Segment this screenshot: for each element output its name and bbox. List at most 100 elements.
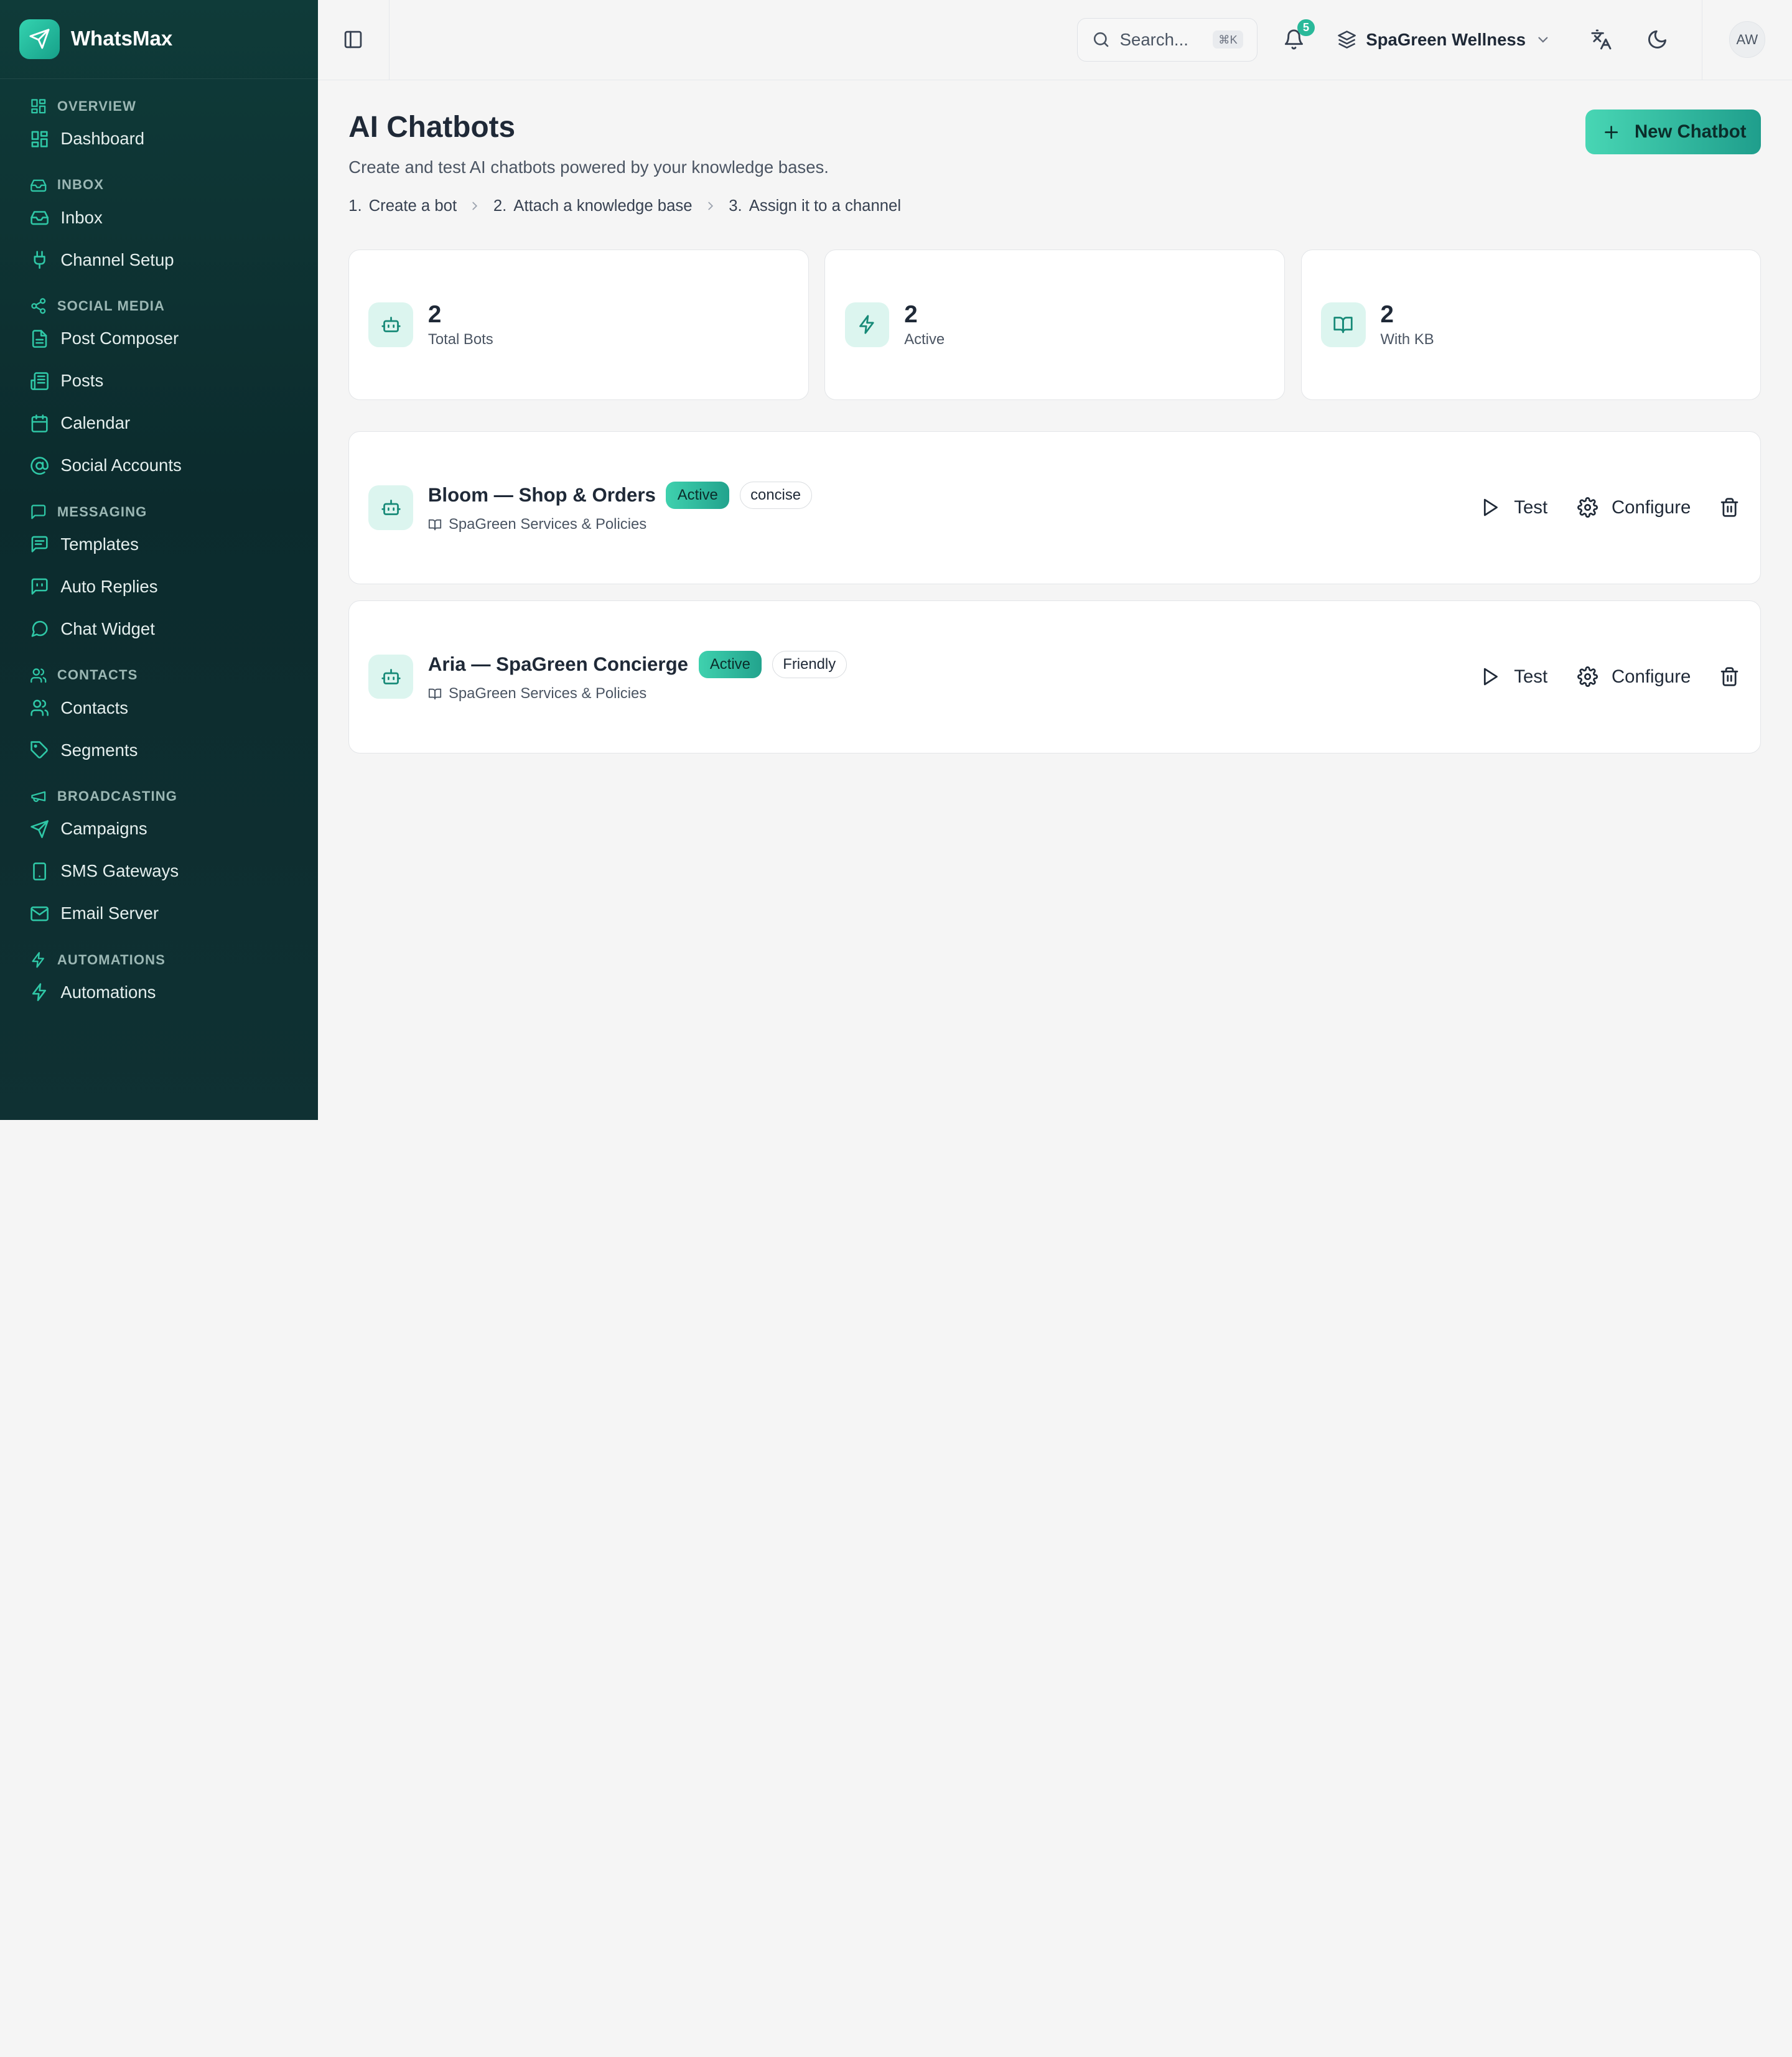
section-label-text: BROADCASTING	[57, 788, 177, 804]
sidebar-item-calendar[interactable]: Calendar	[0, 402, 318, 444]
test-button[interactable]: Test	[1480, 497, 1547, 518]
layers-icon	[1338, 30, 1356, 49]
calendar-icon	[31, 414, 48, 432]
play-icon	[1484, 499, 1498, 516]
sidebar-item-chat-widget[interactable]: Chat Widget	[0, 608, 318, 650]
section-label: BROADCASTING	[0, 785, 318, 808]
delete-button[interactable]	[1718, 665, 1741, 688]
inbox-icon	[30, 211, 49, 225]
sidebar-item-automations[interactable]: Automations	[0, 971, 318, 1014]
sidebar-item-label: Campaigns	[60, 819, 147, 839]
test-label: Test	[1514, 666, 1548, 687]
message-text-icon	[31, 536, 48, 553]
sidebar-item-label: Posts	[60, 371, 104, 391]
sidebar-item-dashboard[interactable]: Dashboard	[0, 118, 318, 160]
trash-icon	[1721, 498, 1738, 517]
sidebar-item-post-composer[interactable]: Post Composer	[0, 318, 318, 360]
stat-active: 2 Active	[824, 249, 1286, 401]
step-label: Attach a knowledge base	[513, 197, 693, 215]
sidebar-item-email-server[interactable]: Email Server	[0, 892, 318, 935]
brand[interactable]: WhatsMax	[0, 0, 318, 79]
delete-button[interactable]	[1718, 496, 1741, 519]
sidebar-item-label: Social Accounts	[60, 455, 182, 475]
tone-badge: Friendly	[772, 651, 847, 679]
test-button[interactable]: Test	[1480, 666, 1547, 688]
sidebar-item-sms-gateways[interactable]: SMS Gateways	[0, 850, 318, 892]
stat-label: With KB	[1380, 330, 1434, 348]
notifications-button[interactable]: 5	[1281, 19, 1315, 54]
section-label-text: CONTACTS	[57, 667, 138, 683]
user-menu[interactable]: AW	[1701, 0, 1792, 80]
status-badge: Active	[698, 651, 762, 679]
sidebar-item-contacts[interactable]: Contacts	[0, 687, 318, 729]
sidebar-item-inbox[interactable]: Inbox	[0, 197, 318, 239]
tag-icon	[30, 741, 48, 758]
book-open-icon	[428, 688, 442, 700]
nav-group-contacts: CONTACTS Contacts Segments	[0, 664, 318, 772]
zap-icon	[32, 951, 44, 968]
stat-label: Active	[904, 330, 945, 348]
sidebar-item-posts[interactable]: Posts	[0, 360, 318, 402]
sidebar-item-channel-setup[interactable]: Channel Setup	[0, 239, 318, 281]
main-area: Search... ⌘K 5 SpaGreen Wellness AW AI C…	[317, 0, 1792, 1120]
search-icon	[1093, 32, 1109, 47]
chevron-right-icon	[468, 199, 482, 213]
notification-count-badge: 5	[1297, 19, 1315, 37]
nav-group-automations: AUTOMATIONS Automations	[0, 948, 318, 1014]
tone-badge: concise	[739, 482, 812, 510]
section-label: AUTOMATIONS	[0, 948, 318, 971]
brand-name: WhatsMax	[70, 27, 173, 50]
configure-button[interactable]: Configure	[1577, 666, 1691, 688]
message-circle-icon	[31, 621, 48, 637]
grid-icon	[31, 99, 46, 114]
sidebar-item-campaigns[interactable]: Campaigns	[0, 808, 318, 850]
sidebar-item-label: Contacts	[60, 697, 129, 717]
sidebar-item-social-accounts[interactable]: Social Accounts	[0, 444, 318, 487]
share-icon	[31, 298, 46, 314]
step-3: 3. Assign it to a channel	[729, 197, 901, 215]
configure-label: Configure	[1611, 497, 1691, 518]
sidebar-item-label: Post Composer	[60, 329, 179, 348]
language-button[interactable]	[1590, 28, 1613, 51]
step-number: 1.	[348, 197, 362, 215]
zap-icon	[844, 302, 890, 347]
sidebar-item-auto-replies[interactable]: Auto Replies	[0, 566, 318, 608]
topbar: Search... ⌘K 5 SpaGreen Wellness AW	[317, 0, 1792, 80]
book-open-icon	[428, 520, 442, 531]
workspace-switcher[interactable]: SpaGreen Wellness	[1337, 30, 1551, 50]
search-input[interactable]: Search... ⌘K	[1076, 17, 1258, 62]
sidebar-item-label: Automations	[60, 982, 156, 1002]
step-label: Create a bot	[368, 197, 457, 215]
grid-icon	[31, 131, 48, 147]
chatbot-name[interactable]: Aria — SpaGreen Concierge	[428, 653, 688, 676]
sidebar-item-segments[interactable]: Segments	[0, 729, 318, 772]
theme-toggle-button[interactable]	[1646, 28, 1669, 51]
mail-icon	[30, 906, 49, 921]
file-icon	[32, 330, 47, 348]
chatbot-card: Aria — SpaGreen Concierge Active Friendly S…	[348, 600, 1762, 753]
sidebar-item-label: Segments	[60, 740, 138, 760]
nav-group-overview: OVERVIEW Dashboard	[0, 95, 318, 160]
send-logo-icon	[19, 19, 60, 59]
page-title: AI Chatbots	[348, 111, 516, 144]
avatar: AW	[1729, 21, 1766, 58]
bot-icon	[368, 654, 414, 699]
panel-left-icon	[345, 31, 362, 49]
configure-button[interactable]: Configure	[1577, 497, 1691, 518]
sidebar-toggle-button[interactable]	[318, 0, 390, 80]
bot-icon	[368, 485, 414, 530]
phone-icon	[32, 862, 46, 880]
test-label: Test	[1514, 497, 1548, 518]
nav-group-social-media: SOCIAL MEDIA Post Composer Posts Calendar So…	[0, 295, 318, 487]
users-icon	[30, 699, 49, 716]
sidebar-item-templates[interactable]: Templates	[0, 523, 318, 566]
chevron-down-icon	[1538, 37, 1548, 43]
bot-message-icon	[31, 578, 48, 595]
stat-with-kb: 2 With KB	[1300, 249, 1762, 401]
step-2: 2. Attach a knowledge base	[493, 197, 693, 215]
chatbot-name[interactable]: Bloom — Shop & Orders	[428, 484, 656, 506]
chatbot-list: Bloom — Shop & Orders Active concise SpaGre…	[348, 431, 1762, 753]
new-chatbot-button[interactable]: New Chatbot	[1585, 110, 1762, 154]
users-icon	[30, 668, 47, 683]
nav-group-broadcasting: BROADCASTING Campaigns SMS Gateways Email S…	[0, 785, 318, 935]
